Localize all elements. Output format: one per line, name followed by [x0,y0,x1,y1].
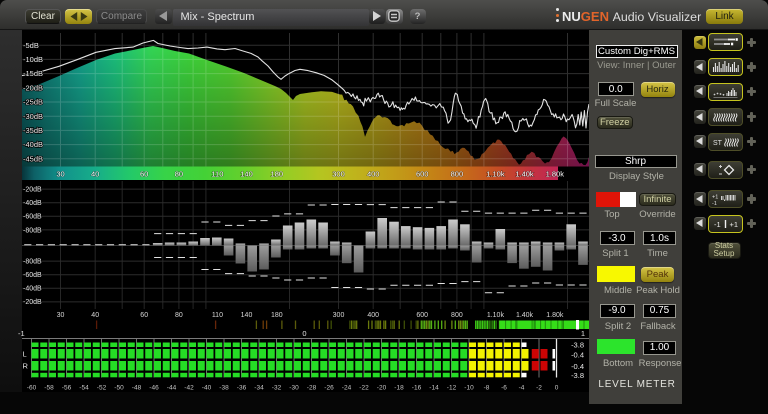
svg-text:1.80k: 1.80k [546,170,565,179]
svg-text:-40dB: -40dB [23,200,42,207]
svg-text:+1: +1 [712,195,718,201]
svg-text:-18: -18 [394,385,404,392]
svg-text:-38: -38 [219,385,229,392]
svg-text:-80dB: -80dB [23,259,42,266]
svg-text:+1: +1 [729,220,738,229]
svg-text:-28: -28 [307,385,317,392]
svg-text:-58: -58 [44,385,54,392]
svg-text:80: 80 [175,312,183,319]
svg-text:0: 0 [302,329,306,338]
svg-text:800: 800 [451,170,464,179]
svg-text:400: 400 [367,312,379,319]
svg-text:-36: -36 [237,385,247,392]
svg-text:-16: -16 [412,385,422,392]
svg-text:-20dB: -20dB [23,83,43,92]
svg-text:140: 140 [240,170,253,179]
svg-text:-20: -20 [377,385,387,392]
svg-text:-15dB: -15dB [23,69,43,78]
svg-text:-32: -32 [272,385,282,392]
svg-text:1.10k: 1.10k [487,312,505,319]
svg-text:-10dB: -10dB [23,55,43,64]
svg-text:-60dB: -60dB [23,272,42,279]
svg-text:-45dB: -45dB [23,154,43,163]
svg-text:0: 0 [555,385,559,392]
svg-text:1: 1 [581,329,585,338]
svg-text:1.40k: 1.40k [515,170,534,179]
svg-text:-42: -42 [184,385,194,392]
svg-text:180: 180 [271,312,283,319]
svg-text:-46: -46 [149,385,159,392]
svg-text:-30dB: -30dB [23,112,43,121]
svg-text:-60dB: -60dB [23,214,42,221]
svg-text:400: 400 [367,170,380,179]
svg-text:-60: -60 [27,385,37,392]
svg-text:1.40k: 1.40k [516,312,534,319]
svg-text:300: 300 [333,312,345,319]
svg-text:600: 600 [416,312,428,319]
svg-text:-24: -24 [342,385,352,392]
svg-text:-34: -34 [254,385,264,392]
svg-text:-8: -8 [484,385,490,392]
svg-text:1.10k: 1.10k [486,170,505,179]
svg-text:800: 800 [451,312,463,319]
svg-text:-1: -1 [18,329,25,338]
svg-text:-52: -52 [97,385,107,392]
svg-text:-0.4: -0.4 [571,351,584,360]
svg-text:-40: -40 [202,385,212,392]
svg-text:-14: -14 [429,385,439,392]
svg-text:-26: -26 [324,385,334,392]
svg-text:1.80k: 1.80k [546,312,564,319]
svg-text:-6: -6 [501,385,507,392]
svg-text:-40dB: -40dB [23,140,43,149]
svg-text:-3.8: -3.8 [571,371,584,380]
svg-text:R: R [23,362,29,371]
svg-text:-4: -4 [519,385,525,392]
svg-text:-0.4: -0.4 [571,362,584,371]
svg-text:L: L [23,350,27,359]
svg-text:30: 30 [56,170,64,179]
svg-text:-48: -48 [132,385,142,392]
svg-text:80: 80 [175,170,183,179]
svg-text:-30: -30 [289,385,299,392]
svg-text:-5dB: -5dB [23,41,39,50]
svg-text:110: 110 [211,170,223,179]
svg-text:40: 40 [91,312,99,319]
svg-text:300: 300 [332,170,345,179]
svg-text:-22: -22 [359,385,369,392]
svg-text:600: 600 [416,170,429,179]
svg-text:-56: -56 [62,385,72,392]
svg-text:-1: -1 [712,201,717,206]
svg-text:60: 60 [140,170,148,179]
svg-text:60: 60 [140,312,148,319]
svg-text:180: 180 [271,170,284,179]
svg-text:140: 140 [241,312,253,319]
svg-text:-40dB: -40dB [23,286,42,293]
svg-text:110: 110 [212,312,223,319]
svg-text:-80dB: -80dB [23,227,42,234]
svg-text:30: 30 [57,312,65,319]
svg-text:-44: -44 [167,385,177,392]
svg-text:-20dB: -20dB [23,299,42,306]
svg-text:-54: -54 [79,385,89,392]
svg-text:-50: -50 [114,385,124,392]
svg-text:-10: -10 [464,385,474,392]
svg-text:-35dB: -35dB [23,126,43,135]
svg-text:-1: -1 [714,220,721,229]
svg-text:-25dB: -25dB [23,98,43,107]
svg-text:-3.8: -3.8 [571,341,584,350]
svg-text:-12: -12 [447,385,457,392]
svg-text:40: 40 [91,170,99,179]
svg-text:-20dB: -20dB [23,187,42,194]
svg-text:-2: -2 [536,385,542,392]
svg-text:ST: ST [713,140,723,147]
